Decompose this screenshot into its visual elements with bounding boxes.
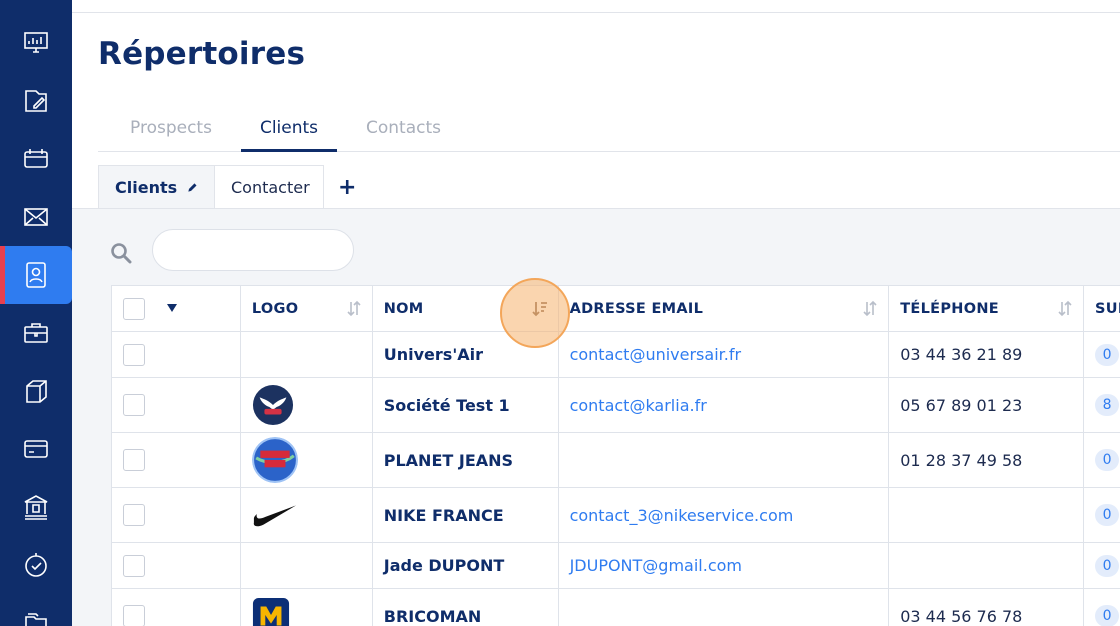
sidebar-item-dashboard[interactable]	[0, 13, 72, 71]
mail-icon	[24, 208, 48, 226]
count-badge: 0	[1095, 449, 1120, 471]
client-phone: 03 44 36 21 89	[900, 345, 1023, 364]
card-icon	[24, 440, 48, 458]
row-checkbox[interactable]	[123, 504, 145, 526]
table-row[interactable]: NIKE FRANCE contact_3@nikeservice.com 0	[112, 488, 1120, 543]
column-label: NOM	[383, 300, 424, 317]
client-name[interactable]: Société Test 1	[384, 396, 510, 415]
folders-icon	[25, 613, 47, 626]
logo-cell	[241, 433, 373, 487]
sidebar-item-projects[interactable]	[0, 304, 72, 362]
eagle-logo	[252, 384, 293, 426]
bricoman-logo	[252, 597, 289, 626]
view-tab-label: Clients	[115, 177, 178, 197]
column-header-suivi[interactable]: SUI	[1084, 286, 1120, 331]
count-badge: 0	[1095, 504, 1120, 526]
row-checkbox[interactable]	[123, 605, 145, 626]
tab-clients[interactable]: Clients	[241, 118, 337, 152]
calendar-icon	[24, 149, 48, 168]
click-highlight	[500, 278, 570, 348]
row-checkbox[interactable]	[123, 554, 145, 577]
page-title: Répertoires	[98, 36, 306, 72]
clients-table: LOGO NOM ADRESSE EMAIL TÉLÉPHONE SUI Uni…	[111, 285, 1120, 626]
row-checkbox[interactable]	[123, 394, 145, 416]
view-tab-contacter[interactable]: Contacter	[214, 165, 324, 208]
column-header-email[interactable]: ADRESSE EMAIL	[559, 286, 890, 331]
client-phone: 03 44 56 76 78	[900, 606, 1023, 626]
count-badge: 0	[1095, 343, 1120, 366]
client-email-link[interactable]: contact@universair.fr	[570, 345, 741, 364]
timer-icon	[25, 553, 47, 577]
logo-cell	[241, 589, 373, 626]
client-email-link[interactable]: contact@karlia.fr	[570, 396, 707, 415]
dashboard-icon	[24, 32, 48, 53]
box-icon	[26, 380, 47, 403]
count-badge: 8	[1095, 394, 1120, 416]
select-all-checkbox[interactable]	[123, 297, 145, 320]
client-name[interactable]: NIKE FRANCE	[384, 506, 504, 525]
client-name[interactable]: Jade DUPONT	[384, 556, 505, 575]
row-checkbox[interactable]	[123, 449, 145, 471]
tab-bar: Prospects Clients Contacts	[98, 108, 1120, 152]
count-badge: 0	[1095, 554, 1120, 577]
count-badge: 0	[1095, 605, 1120, 626]
sidebar	[0, 0, 72, 626]
contacts-icon	[26, 262, 46, 288]
nike-logo	[253, 505, 296, 527]
client-email-link[interactable]: JDUPONT@gmail.com	[570, 556, 742, 575]
sidebar-item-documents[interactable]	[0, 72, 72, 130]
sidebar-item-time[interactable]	[0, 536, 72, 594]
table-row[interactable]: PLANET JEANS 01 28 37 49 58 0	[112, 433, 1120, 488]
sidebar-item-repertoires[interactable]	[0, 246, 72, 304]
client-name[interactable]: Univers'Air	[384, 345, 483, 364]
bank-icon	[24, 495, 48, 520]
select-all-cell	[112, 286, 241, 331]
logo-cell	[241, 378, 373, 432]
column-label: SUI	[1095, 300, 1120, 317]
row-checkbox[interactable]	[123, 343, 145, 366]
sort-icon[interactable]	[862, 300, 878, 317]
logo-cell	[241, 543, 373, 588]
sidebar-item-payments[interactable]	[0, 420, 72, 478]
sidebar-item-files[interactable]	[0, 594, 72, 626]
table-row[interactable]: BRICOMAN 03 44 56 76 78 0	[112, 589, 1120, 626]
client-phone: 01 28 37 49 58	[900, 450, 1023, 470]
client-phone: 05 67 89 01 23	[900, 395, 1023, 415]
add-view-icon[interactable]: +	[338, 175, 356, 200]
search-input[interactable]	[152, 229, 354, 271]
pencil-icon[interactable]	[187, 180, 198, 195]
chevron-down-icon[interactable]	[167, 304, 177, 312]
planet-jeans-logo	[251, 437, 298, 483]
client-name[interactable]: BRICOMAN	[384, 607, 482, 626]
sidebar-item-bank[interactable]	[0, 478, 72, 536]
table-header: LOGO NOM ADRESSE EMAIL TÉLÉPHONE SUI	[112, 286, 1120, 332]
top-divider	[72, 12, 1120, 13]
briefcase-icon	[24, 323, 48, 343]
tab-contacts[interactable]: Contacts	[366, 118, 441, 152]
table-row[interactable]: Jade DUPONT JDUPONT@gmail.com 0	[112, 543, 1120, 589]
column-header-logo[interactable]: LOGO	[241, 286, 373, 331]
client-name[interactable]: PLANET JEANS	[384, 451, 513, 470]
search-icon[interactable]	[110, 242, 134, 266]
folder-edit-icon	[25, 90, 47, 112]
sort-icon[interactable]	[1057, 300, 1073, 317]
sidebar-item-products[interactable]	[0, 362, 72, 420]
column-label: ADRESSE EMAIL	[569, 300, 704, 317]
table-row[interactable]: Univers'Air contact@universair.fr 03 44 …	[112, 332, 1120, 378]
table-row[interactable]: Société Test 1 contact@karlia.fr 05 67 8…	[112, 378, 1120, 433]
column-header-telephone[interactable]: TÉLÉPHONE	[889, 286, 1085, 331]
column-label: TÉLÉPHONE	[900, 300, 999, 317]
tab-prospects[interactable]: Prospects	[130, 118, 212, 152]
sidebar-item-calendar[interactable]	[0, 130, 72, 188]
column-label: LOGO	[251, 300, 299, 317]
view-tab-clients[interactable]: Clients	[98, 165, 215, 208]
logo-cell	[241, 488, 373, 542]
client-email-link[interactable]: contact_3@nikeservice.com	[570, 506, 794, 525]
sidebar-item-mail[interactable]	[0, 188, 72, 246]
sort-icon[interactable]	[346, 300, 362, 317]
logo-cell	[241, 332, 373, 377]
